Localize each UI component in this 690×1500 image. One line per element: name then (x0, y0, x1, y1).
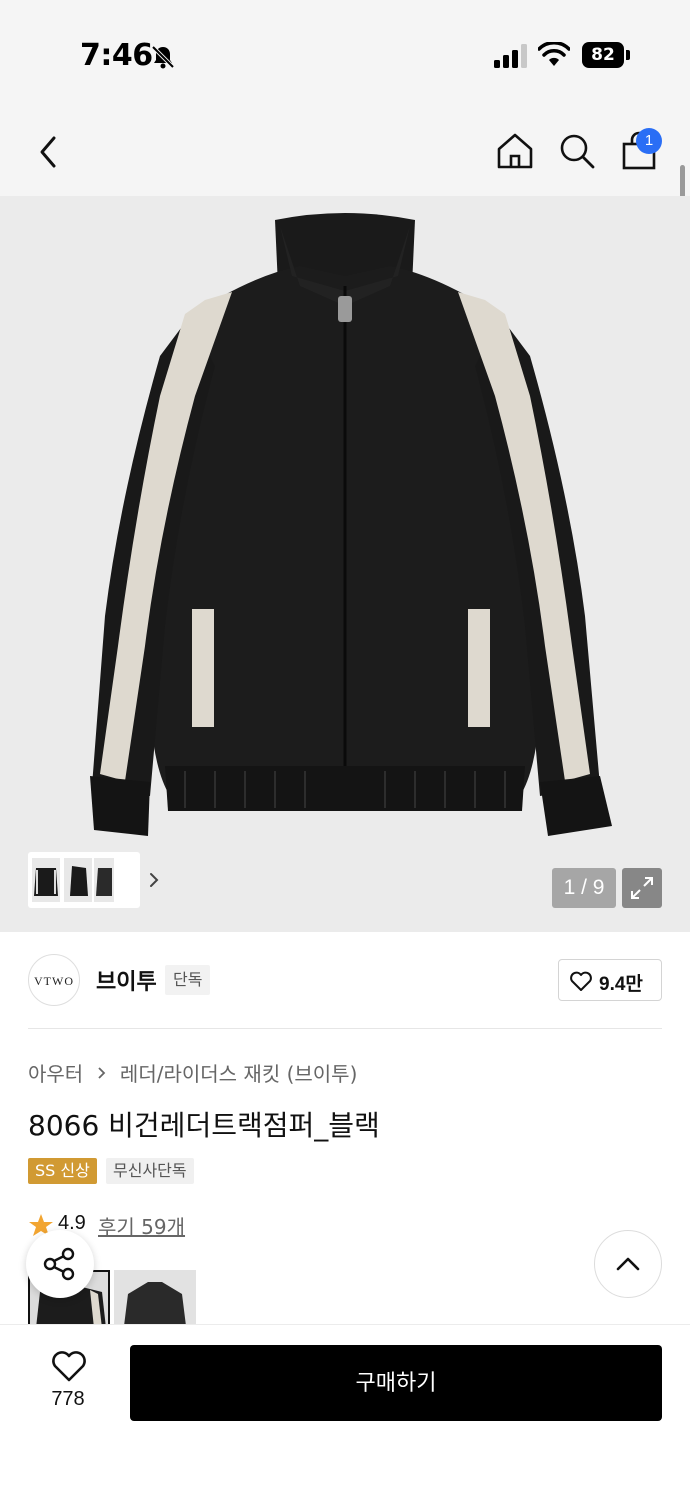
battery-icon: 82 (582, 42, 630, 68)
home-icon[interactable] (494, 130, 536, 172)
search-icon[interactable] (556, 130, 598, 172)
breadcrumb-subcategory[interactable]: 레더/라이더스 재킷 (브이투) (120, 1058, 357, 1087)
favorite-heart-icon[interactable] (50, 1348, 88, 1384)
product-image-carousel[interactable] (0, 196, 690, 932)
review-photo (114, 1270, 196, 1326)
brand-like-button[interactable]: 9.4만 (558, 959, 662, 1001)
back-chevron-icon[interactable] (30, 130, 70, 174)
chevron-right-icon (94, 1064, 110, 1082)
reviews-link[interactable]: 후기 59개 (98, 1211, 185, 1240)
signal-icon (494, 44, 527, 68)
brand-name[interactable]: 브이투 (96, 964, 157, 996)
exclusive-tag: 무신사단독 (106, 1158, 194, 1184)
bell-slash-icon (151, 45, 175, 69)
scroll-to-top-button[interactable] (594, 1230, 662, 1298)
wifi-icon (538, 42, 570, 66)
gallery-thumbnail-strip[interactable] (28, 852, 159, 908)
thumbnail-back (94, 858, 114, 902)
chevron-right-icon[interactable] (146, 870, 162, 890)
status-time: 7:46 (80, 38, 153, 73)
thumbnail-side (64, 858, 92, 902)
share-icon (43, 1247, 75, 1281)
share-button[interactable] (26, 1230, 94, 1298)
gallery-page-indicator: 1 / 9 (552, 868, 616, 908)
brand-exclusive-tag: 단독 (165, 965, 211, 995)
top-navigation (0, 110, 690, 196)
brand-like-count: 9.4만 (599, 974, 643, 995)
expand-icon[interactable] (622, 868, 662, 908)
chevron-up-icon (616, 1257, 640, 1271)
battery-level: 82 (582, 42, 624, 68)
thumbnail-front (32, 858, 60, 902)
product-title: 8066 비건레더트랙점퍼_블랙 (28, 1109, 380, 1142)
product-photo (0, 196, 690, 932)
breadcrumb-category[interactable]: 아우터 (28, 1058, 83, 1087)
status-bar: 7:46 82 (0, 0, 690, 110)
heart-icon (570, 971, 592, 991)
new-season-tag: SS 신상 (28, 1158, 97, 1184)
breadcrumb: 아우터 레더/라이더스 재킷 (브이투) (28, 1058, 357, 1088)
brand-logo[interactable]: VTWO (28, 954, 80, 1006)
review-photo-thumbnail[interactable] (114, 1270, 196, 1326)
divider (28, 1028, 662, 1029)
buy-button[interactable]: 구매하기 (130, 1345, 662, 1421)
cart-count-badge: 1 (636, 128, 662, 154)
favorite-count: 778 (51, 1388, 85, 1410)
